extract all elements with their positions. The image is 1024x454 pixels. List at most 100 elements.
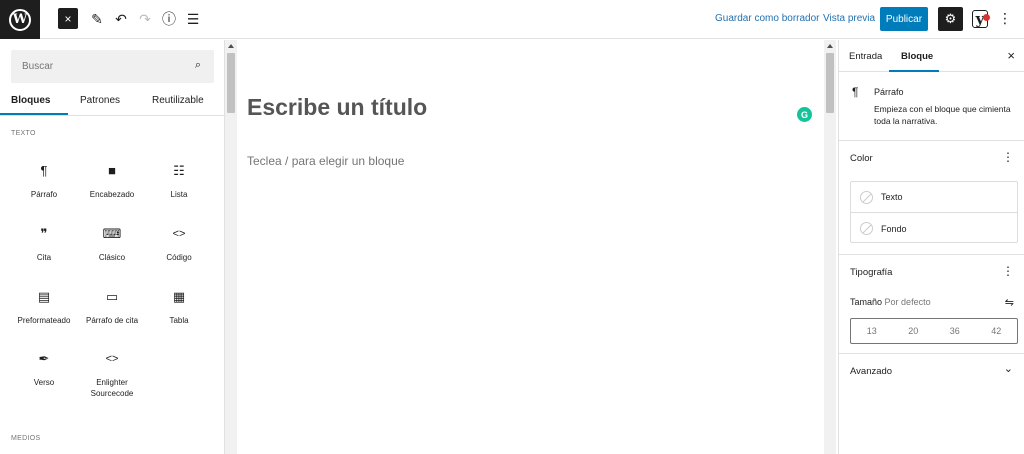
grammarly-icon[interactable]: G (797, 107, 812, 122)
block-label: Encabezado (89, 190, 135, 199)
info-icon[interactable]: ⓘ (160, 8, 178, 30)
block-label: Cita (36, 253, 52, 262)
save-draft-button[interactable]: Guardar como borrador (715, 13, 820, 24)
font-size-option[interactable]: 20 (893, 319, 935, 343)
inserter-scrollbar[interactable] (225, 40, 237, 454)
code-icon: <> (172, 228, 186, 240)
font-size-label: Tamaño Por defecto (850, 297, 931, 307)
block-quote[interactable]: ❞ Cita (9, 225, 79, 263)
gear-icon: ⚙ (944, 11, 957, 26)
close-inserter-button[interactable]: × (58, 8, 78, 29)
search-icon: ⌕ (194, 59, 201, 71)
block-card-description: Empieza con el bloque que cimienta toda … (874, 104, 1011, 126)
typography-panel-title[interactable]: Tipografía (850, 267, 892, 278)
font-size-option[interactable]: 13 (851, 319, 893, 343)
pullquote-icon: ▭ (105, 289, 119, 304)
block-pullquote[interactable]: ▭ Párrafo de cita (77, 288, 147, 326)
block-label: Tabla (169, 316, 189, 325)
block-card: ¶ Párrafo Empieza con el bloque que cimi… (839, 73, 1024, 141)
block-inserter-panel: ⌕ Bloques Patrones Reutilizable TEXTO ¶ … (0, 40, 225, 454)
color-option-label: Texto (881, 192, 903, 202)
block-card-title: Párrafo (874, 87, 904, 97)
tab-entrada[interactable]: Entrada (849, 51, 882, 62)
list-view-icon[interactable]: ☰ (184, 8, 202, 30)
color-option-label: Fondo (881, 223, 907, 234)
editor-toolbar: W × ✎ ↶ ↷ ⓘ ☰ Guardar como borrador Vist… (0, 0, 1024, 39)
pencil-icon[interactable]: ✎ (88, 8, 106, 30)
redo-icon[interactable]: ↷ (136, 8, 154, 30)
block-code[interactable]: <> Código (144, 225, 214, 263)
tab-reutilizable[interactable]: Reutilizable (152, 95, 204, 106)
font-size-option[interactable]: 36 (934, 319, 976, 343)
editor-canvas: Escribe un título Teclea / para elegir u… (237, 40, 824, 454)
block-preformatted[interactable]: ▤ Preformateado (9, 288, 79, 326)
color-options-icon[interactable]: ⋮ (1002, 150, 1014, 164)
divider (839, 353, 1024, 354)
block-label: Párrafo de cita (85, 316, 139, 325)
close-icon[interactable]: × (1007, 48, 1015, 63)
color-option-background[interactable]: Fondo (851, 213, 1017, 244)
scroll-up-arrow[interactable] (228, 44, 234, 48)
more-options-icon[interactable]: ⋮ (998, 10, 1012, 27)
wordpress-icon: W (9, 8, 31, 31)
tab-bloque[interactable]: Bloque (901, 51, 933, 62)
preformatted-icon: ▤ (37, 289, 51, 304)
wordpress-logo-button[interactable]: W (0, 0, 40, 39)
block-label: Verso (33, 378, 55, 387)
paragraph-icon: ¶ (40, 163, 48, 178)
publish-button[interactable]: Publicar (880, 7, 928, 31)
keyboard-icon: ⌨ (102, 226, 122, 241)
inserter-search: ⌕ (11, 50, 214, 83)
block-appender[interactable]: Teclea / para elegir un bloque (247, 154, 404, 168)
code-icon: <> (105, 353, 119, 365)
typography-options-icon[interactable]: ⋮ (1002, 264, 1014, 278)
yoast-status-dot (983, 14, 990, 21)
bookmark-icon: ■ (108, 163, 116, 178)
tab-bloques[interactable]: Bloques (11, 95, 50, 106)
color-swatch (860, 222, 873, 235)
search-input[interactable] (22, 61, 172, 72)
block-label: Preformateado (17, 316, 71, 325)
section-label-medios: MEDIOS (11, 435, 41, 442)
color-swatch (860, 190, 873, 204)
advanced-panel-title[interactable]: Avanzado (850, 366, 892, 377)
scrollbar-thumb[interactable] (826, 53, 834, 113)
block-list[interactable]: ☷ Lista (144, 162, 214, 200)
preview-button[interactable]: Vista previa (823, 13, 875, 24)
settings-button[interactable]: ⚙ (938, 7, 963, 31)
color-panel-title[interactable]: Color (850, 153, 873, 164)
table-icon: ▦ (172, 289, 186, 304)
feather-icon: ✒ (38, 351, 50, 366)
color-option-text[interactable]: Texto (851, 182, 1017, 213)
block-heading[interactable]: ■ Encabezado (77, 162, 147, 200)
canvas-scrollbar[interactable] (824, 40, 836, 454)
undo-icon[interactable]: ↶ (112, 8, 130, 30)
block-verse[interactable]: ✒ Verso (9, 350, 79, 388)
font-size-value: Por defecto (884, 297, 931, 307)
settings-sidebar: Entrada Bloque × ¶ Párrafo Empieza con e… (838, 40, 1024, 454)
active-tab-indicator (0, 113, 68, 115)
font-size-picker: 13 20 36 42 (850, 318, 1018, 344)
active-tab-indicator (889, 70, 939, 72)
divider (839, 254, 1024, 255)
scroll-up-arrow[interactable] (827, 44, 833, 48)
custom-size-icon[interactable]: ⇋ (1005, 296, 1014, 309)
post-title-input[interactable]: Escribe un título (247, 94, 427, 121)
yoast-seo-button[interactable]: y (968, 8, 992, 30)
color-options: Texto Fondo (850, 181, 1018, 243)
block-table[interactable]: ▦ Tabla (144, 288, 214, 326)
chevron-down-icon[interactable]: ⌄ (1004, 362, 1013, 375)
list-icon: ☷ (173, 163, 185, 178)
scrollbar-thumb[interactable] (227, 53, 235, 113)
block-label: Código (166, 253, 192, 262)
block-enlighter-sourcecode[interactable]: <> Enlighter Sourcecode (77, 350, 147, 399)
sidebar-tabs: Entrada Bloque × (839, 40, 1024, 72)
block-label: Lista (170, 190, 188, 199)
block-label: Clásico (98, 253, 126, 262)
block-paragraph[interactable]: ¶ Párrafo (9, 162, 79, 200)
tab-patrones[interactable]: Patrones (80, 95, 120, 106)
inserter-tabs: Bloques Patrones Reutilizable (0, 89, 225, 116)
block-classic[interactable]: ⌨ Clásico (77, 225, 147, 263)
font-size-label-text: Tamaño (850, 297, 883, 307)
font-size-option[interactable]: 42 (976, 319, 1018, 343)
